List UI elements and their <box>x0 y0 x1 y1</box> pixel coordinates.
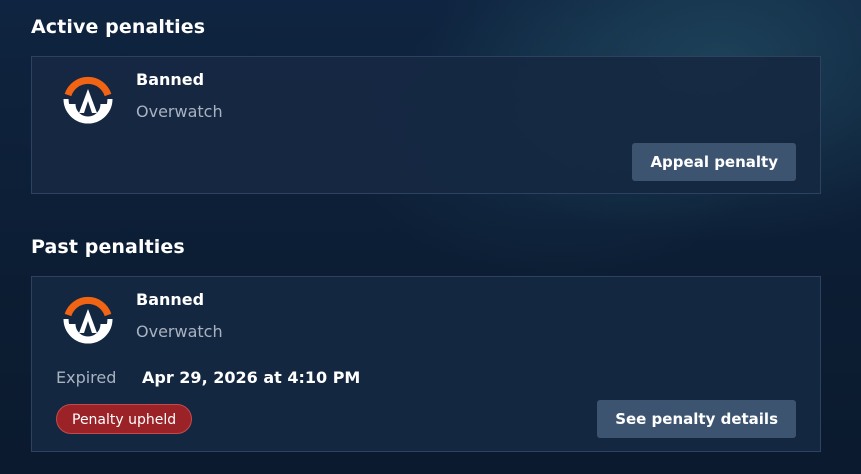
penalty-type: Banned <box>136 290 205 309</box>
past-penalties-heading: Past penalties <box>31 236 185 258</box>
active-penalties-heading: Active penalties <box>31 16 206 38</box>
game-name: Overwatch <box>136 322 223 341</box>
expired-label: Expired <box>56 368 117 387</box>
penalty-type: Banned <box>136 70 205 89</box>
active-penalty-card: Banned Overwatch Appeal penalty <box>31 56 821 194</box>
appeal-penalty-button[interactable]: Appeal penalty <box>632 143 796 181</box>
status-badge: Penalty upheld <box>56 404 193 434</box>
past-penalty-card: Banned Overwatch Expired Apr 29, 2026 at… <box>31 276 821 452</box>
overwatch-logo-icon <box>63 296 113 344</box>
overwatch-logo-icon <box>63 76 113 124</box>
expired-date: Apr 29, 2026 at 4:10 PM <box>142 368 361 387</box>
game-name: Overwatch <box>136 102 223 121</box>
see-penalty-details-button[interactable]: See penalty details <box>597 400 796 438</box>
